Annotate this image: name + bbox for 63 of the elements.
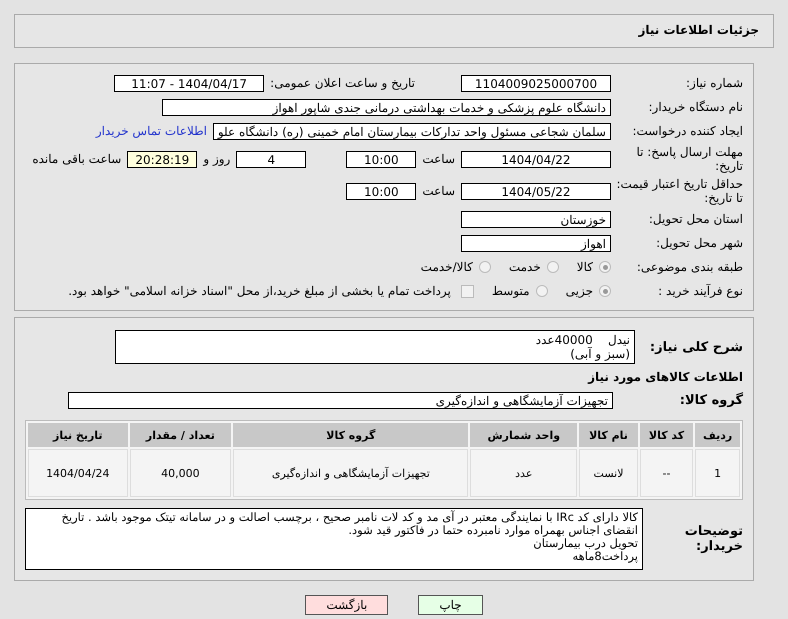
buyer-field: دانشگاه علوم پزشکی و خدمات بهداشتی درمانی جندی شاپور اهواز: [162, 98, 611, 116]
section-title: اطلاعات کالاهای مورد نیاز: [586, 370, 743, 384]
table-cell: تجهیزات آزمایشگاهی و اندازه‌گیری: [233, 449, 468, 497]
field-label: توضیحات خریدار:: [684, 524, 743, 554]
checkbox[interactable]: [460, 284, 474, 298]
table-cell: لانست: [579, 449, 638, 497]
back-button[interactable]: بازگشت: [305, 595, 388, 615]
radio-button[interactable]: [599, 261, 611, 273]
contact-link[interactable]: اطلاعات تماس خریدار: [96, 124, 207, 138]
option-label: جزیی: [566, 284, 593, 298]
option-label: کالا: [576, 260, 593, 274]
field-label: شماره نیاز:: [685, 76, 743, 90]
column-header: گروه کالا: [233, 423, 468, 447]
remaining-time-field: 20:28:19: [127, 150, 198, 168]
field-label: حداقل تاریخ اعتبار قیمت: تا تاریخ:: [615, 177, 743, 205]
field-label: ایجاد کننده درخواست:: [631, 124, 743, 138]
radio-button[interactable]: [536, 285, 548, 297]
column-header: واحد شمارش: [470, 423, 578, 447]
field-label: ساعت: [422, 184, 455, 198]
field-label: ساعت: [422, 152, 455, 166]
announce-date-field: 1404/04/17 - 11:07: [114, 74, 264, 92]
field-label: نوع فرآیند خرید :: [657, 284, 743, 298]
radio-button[interactable]: [546, 261, 559, 273]
field-label: مهلت ارسال پاسخ: تا تاریخ:: [635, 145, 743, 173]
table-cell: --: [640, 449, 694, 497]
table-cell: 40,000: [130, 449, 232, 497]
checkbox-label: پرداخت تمام یا بخشی از مبلغ خرید،از محل "اسناد خزانه اسلامی" خواهد بود.: [68, 284, 451, 298]
column-header: نام کالا: [579, 423, 638, 447]
table-cell: 1404/04/24: [28, 449, 128, 497]
option-label: متوسط: [492, 284, 530, 298]
field-label: استان محل تحویل:: [648, 212, 743, 226]
table-cell: عدد: [470, 449, 578, 497]
time-field: 10:00: [346, 182, 416, 200]
radio-button[interactable]: [599, 285, 611, 297]
need-number-field: 1104009025000700: [461, 74, 611, 92]
field-label: روز و: [203, 152, 230, 166]
field-label: تاریخ و ساعت اعلان عمومی:: [270, 76, 415, 90]
column-header: ردیف: [695, 423, 740, 447]
column-header: تاریخ نیاز: [28, 423, 128, 447]
field-label: نام دستگاه خریدار:: [648, 100, 743, 114]
notes-box: کالا دارای کد IRc با نمایندگی معتبر در آی مد و کد لات نامبر صحیح ، برچسب اصالت و در سامانه تیتک موجود باشد . تاریخ انقضای اجناس بهمراه موارد نامبرده حتما در فاکتور قید شود. تحویل درب بیمارستان پرداخت8ماهه: [25, 508, 643, 570]
table-cell: 1: [695, 449, 740, 497]
province-field: خوزستان: [461, 210, 611, 228]
print-button[interactable]: چاپ: [418, 595, 483, 615]
date-field: 1404/05/22: [461, 182, 611, 200]
field-label: شهر محل تحویل:: [655, 236, 743, 250]
option-label: کالا/خدمت: [420, 260, 473, 274]
requester-field: سلمان شجاعی مسئول واحد تدارکات بیمارستان امام خمینی (ره) دانشگاه علو: [213, 122, 611, 140]
date-field: 1404/04/22: [461, 150, 611, 168]
column-header: کد کالا: [640, 423, 694, 447]
days-field: 4: [236, 150, 306, 168]
column-header: تعداد / مقدار: [130, 423, 232, 447]
time-field: 10:00: [346, 150, 416, 168]
radio-button[interactable]: [478, 261, 491, 273]
field-label: ساعت باقی مانده: [32, 152, 122, 166]
page-title: جزئیات اطلاعات نیاز: [638, 23, 759, 37]
option-label: خدمت: [508, 260, 541, 274]
field-label: شرح کلی نیاز:: [648, 340, 743, 354]
description-box: نیدل 40000عدد (سبز و آبی): [115, 330, 635, 364]
city-field: اهواز: [461, 234, 611, 252]
field-label: طبقه بندی موضوعی:: [636, 260, 743, 274]
field-label: گروه کالا:: [678, 392, 743, 408]
goods-group-field: تجهیزات آزمایشگاهی و اندازه‌گیری: [68, 392, 613, 408]
